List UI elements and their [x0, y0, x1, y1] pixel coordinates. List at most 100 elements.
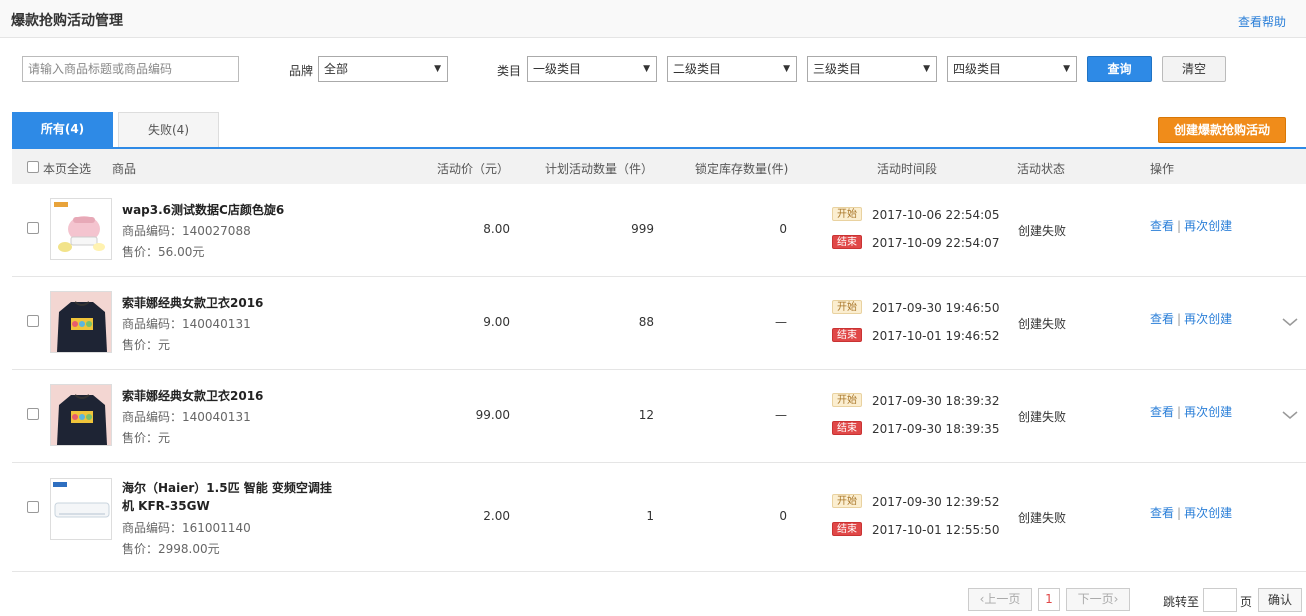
start-time: 2017-10-06 22:54:05 [872, 208, 1000, 222]
recreate-link[interactable]: 再次创建 [1184, 506, 1232, 520]
activity-status: 创建失败 [1018, 224, 1067, 238]
product-name[interactable]: 索菲娜经典女款卫衣2016 [122, 387, 342, 405]
start-time: 2017-09-30 12:39:52 [872, 495, 1000, 509]
row-actions: 查看 | 再次创建 [1150, 217, 1232, 234]
category-level2-value: 二级类目 [673, 62, 722, 76]
activity-status: 创建失败 [1018, 317, 1067, 331]
table-row: wap3.6测试数据C店颜色旋6 商品编码：140027088 售价：56.00… [12, 184, 1306, 277]
next-page-label: 下一页 [1077, 592, 1114, 606]
start-time: 2017-09-30 18:39:32 [872, 394, 1000, 408]
end-tag: 结束 [832, 328, 862, 342]
jump-page-input[interactable] [1203, 588, 1237, 612]
header-product: 商品 [112, 162, 137, 176]
category-level3-select[interactable]: 三级类目 ▼ [807, 56, 937, 82]
category-level1-value: 一级类目 [533, 62, 582, 76]
product-thumbnail[interactable] [50, 478, 112, 540]
product-sale-price: 售价：56.00元 [122, 245, 205, 259]
help-link[interactable]: 查看帮助 [1238, 13, 1286, 30]
product-name[interactable]: wap3.6测试数据C店颜色旋6 [122, 201, 342, 219]
table-header: 本页全选 商品 活动价（元） 计划活动数量（件） 锁定库存数量(件) 活动时间段… [12, 149, 1306, 184]
brand-select[interactable]: 全部 ▼ [318, 56, 448, 82]
row-checkbox[interactable] [27, 315, 39, 327]
prev-page-button[interactable]: ‹上一页 [968, 588, 1032, 611]
start-tag: 开始 [832, 300, 862, 314]
create-activity-button[interactable]: 创建爆款抢购活动 [1158, 117, 1286, 143]
prev-page-label: 上一页 [984, 592, 1021, 606]
separator: | [1177, 506, 1182, 520]
page-unit-label: 页 [1240, 595, 1253, 609]
recreate-link[interactable]: 再次创建 [1184, 405, 1232, 419]
header-actions: 操作 [1150, 162, 1175, 176]
search-input[interactable] [22, 56, 239, 82]
select-all-checkbox[interactable] [27, 161, 39, 173]
product-name[interactable]: 索菲娜经典女款卫衣2016 [122, 294, 342, 312]
row-checkbox[interactable] [27, 501, 39, 513]
planned-qty: 999 [631, 222, 654, 236]
select-all-label: 本页全选 [43, 162, 92, 176]
end-tag: 结束 [832, 421, 862, 435]
query-button[interactable]: 查询 [1087, 56, 1152, 82]
activity-price: 9.00 [483, 315, 510, 329]
product-thumbnail[interactable] [50, 291, 112, 353]
row-checkbox[interactable] [27, 222, 39, 234]
separator: | [1177, 219, 1182, 233]
product-sale-price: 售价：2998.00元 [122, 542, 220, 556]
category-level1-select[interactable]: 一级类目 ▼ [527, 56, 657, 82]
start-tag: 开始 [832, 494, 862, 508]
chevron-right-icon: › [1113, 592, 1119, 606]
recreate-link[interactable]: 再次创建 [1184, 312, 1232, 326]
header-locked-stock: 锁定库存数量(件) [695, 162, 789, 176]
chevron-down-icon[interactable] [1282, 317, 1298, 327]
recreate-link[interactable]: 再次创建 [1184, 219, 1232, 233]
table-row: 海尔（Haier）1.5匹 智能 变频空调挂机 KFR-35GW 商品编码：16… [12, 463, 1306, 572]
category-level4-select[interactable]: 四级类目 ▼ [947, 56, 1077, 82]
row-actions: 查看 | 再次创建 [1150, 504, 1232, 521]
chevron-down-icon[interactable] [1282, 410, 1298, 420]
view-link[interactable]: 查看 [1150, 405, 1174, 419]
tab-all[interactable]: 所有(4) [12, 112, 113, 147]
start-time: 2017-09-30 19:46:50 [872, 301, 1000, 315]
product-name[interactable]: 海尔（Haier）1.5匹 智能 变频空调挂机 KFR-35GW [122, 479, 342, 515]
page-number-current[interactable]: 1 [1038, 588, 1060, 611]
jump-to-label: 跳转至 [1163, 595, 1200, 609]
locked-stock: — [775, 315, 787, 329]
product-sale-price: 售价：元 [122, 431, 171, 445]
product-sale-price: 售价：元 [122, 338, 171, 352]
brand-select-value: 全部 [324, 62, 349, 76]
table-row: 索菲娜经典女款卫衣2016 商品编码：140040131 售价：元 9.00 8… [12, 277, 1306, 370]
start-tag: 开始 [832, 393, 862, 407]
product-code: 商品编码：140040131 [122, 410, 251, 424]
view-link[interactable]: 查看 [1150, 219, 1174, 233]
category-level4-value: 四级类目 [953, 62, 1002, 76]
view-link[interactable]: 查看 [1150, 506, 1174, 520]
separator: | [1177, 312, 1182, 326]
top-bar: 爆款抢购活动管理 查看帮助 [0, 0, 1306, 38]
separator: | [1177, 405, 1182, 419]
chevron-down-icon: ▼ [643, 64, 650, 74]
planned-qty: 88 [638, 315, 654, 329]
brand-label: 品牌 [289, 64, 314, 78]
chevron-down-icon: ▼ [783, 64, 790, 74]
activity-status: 创建失败 [1018, 511, 1067, 525]
confirm-jump-button[interactable]: 确认 [1258, 588, 1302, 612]
activity-price: 2.00 [483, 509, 510, 523]
activity-status: 创建失败 [1018, 410, 1067, 424]
end-time: 2017-09-30 18:39:35 [872, 422, 1000, 436]
locked-stock: 0 [779, 509, 787, 523]
row-checkbox[interactable] [27, 408, 39, 420]
header-period: 活动时间段 [877, 162, 938, 176]
end-tag: 结束 [832, 235, 862, 249]
planned-qty: 12 [638, 408, 654, 422]
product-thumbnail[interactable] [50, 198, 112, 260]
tab-failed[interactable]: 失败(4) [118, 112, 219, 147]
view-link[interactable]: 查看 [1150, 312, 1174, 326]
row-actions: 查看 | 再次创建 [1150, 310, 1232, 327]
header-price: 活动价（元） [437, 162, 510, 176]
next-page-button[interactable]: 下一页› [1066, 588, 1130, 611]
product-code: 商品编码：140040131 [122, 317, 251, 331]
header-status: 活动状态 [1017, 162, 1066, 176]
category-level2-select[interactable]: 二级类目 ▼ [667, 56, 797, 82]
clear-button[interactable]: 清空 [1162, 56, 1226, 82]
chevron-down-icon: ▼ [434, 64, 441, 74]
product-thumbnail[interactable] [50, 384, 112, 446]
